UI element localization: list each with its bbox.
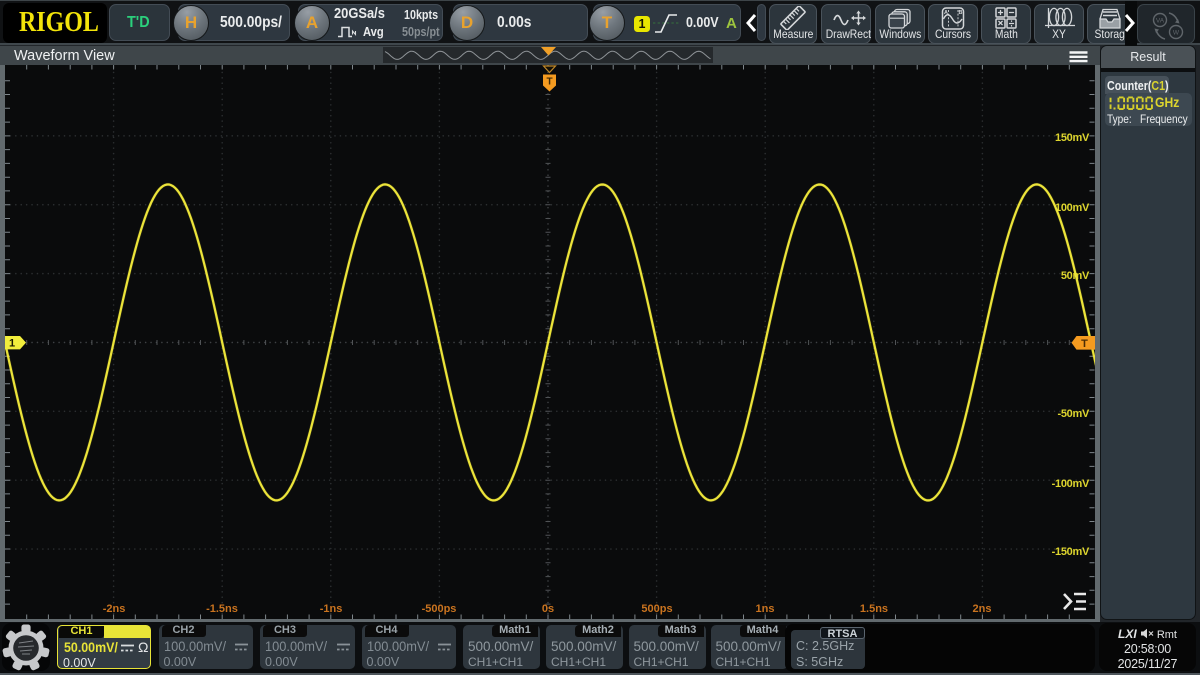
svg-text:1.5ns: 1.5ns <box>860 603 888 615</box>
svg-text:500ps: 500ps <box>641 603 672 615</box>
svg-text:100mV: 100mV <box>1055 202 1090 214</box>
svg-text:-2ns: -2ns <box>103 603 126 615</box>
svg-text:-1ns: -1ns <box>320 603 343 615</box>
svg-text:B: B <box>959 10 963 16</box>
svg-text:0s: 0s <box>542 603 554 615</box>
svg-text:1ns: 1ns <box>756 603 775 615</box>
svg-text:T: T <box>546 77 552 88</box>
svg-text:A: A <box>944 10 948 16</box>
svg-text:1: 1 <box>9 338 15 350</box>
svg-text:2ns: 2ns <box>973 603 992 615</box>
svg-text:-1.5ns: -1.5ns <box>206 603 238 615</box>
svg-text:VA: VA <box>1156 17 1165 24</box>
svg-text:-500ps: -500ps <box>422 603 457 615</box>
svg-text:150mV: 150mV <box>1055 132 1090 144</box>
svg-text:-50mV: -50mV <box>1057 408 1089 420</box>
svg-text:-150mV: -150mV <box>1052 546 1090 558</box>
svg-text:W: W <box>1173 29 1180 36</box>
svg-text:-100mV: -100mV <box>1052 478 1090 490</box>
svg-text:T: T <box>1081 338 1088 350</box>
